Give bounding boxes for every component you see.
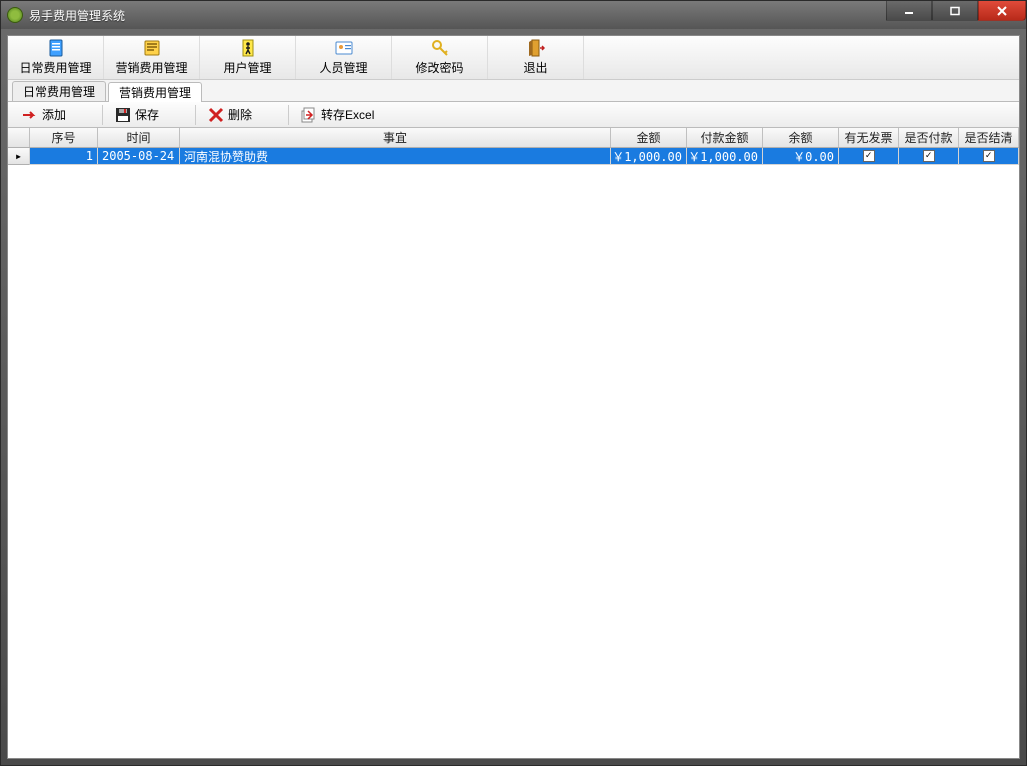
toolbar-daily-expense[interactable]: 日常费用管理 — [8, 36, 104, 79]
delete-button[interactable]: 删除 — [202, 104, 258, 125]
exit-door-icon — [527, 39, 545, 57]
checkbox-icon[interactable] — [923, 150, 935, 162]
separator — [288, 105, 289, 125]
checkbox-icon[interactable] — [863, 150, 875, 162]
close-button[interactable] — [978, 1, 1026, 21]
tabs: 日常费用管理 营销费用管理 — [8, 80, 1019, 102]
col-paid[interactable]: 付款金额 — [687, 128, 763, 147]
separator — [195, 105, 196, 125]
add-button[interactable]: 添加 — [16, 104, 72, 125]
app-window: 易手费用管理系统 日常费用管理 — [0, 0, 1027, 766]
maximize-button[interactable] — [932, 1, 978, 21]
col-time[interactable]: 时间 — [98, 128, 180, 147]
cell-invoice[interactable] — [839, 148, 899, 165]
export-excel-button[interactable]: 转存Excel — [295, 104, 380, 125]
grid-header: 序号 时间 事宜 金额 付款金额 余额 有无发票 是否付款 是否结清 — [8, 128, 1019, 148]
cell-seq[interactable]: 1 — [30, 148, 98, 165]
tab-marketing-expense[interactable]: 营销费用管理 — [108, 82, 202, 102]
key-icon — [431, 39, 449, 57]
col-matter[interactable]: 事宜 — [180, 128, 611, 147]
floppy-icon — [115, 107, 131, 123]
col-ispaid[interactable]: 是否付款 — [899, 128, 959, 147]
toolbar-staff-mgmt[interactable]: 人员管理 — [296, 36, 392, 79]
toolbar-marketing-expense[interactable]: 营销费用管理 — [104, 36, 200, 79]
row-indicator-header — [8, 128, 30, 147]
document-icon — [47, 39, 65, 57]
table-row[interactable]: ▸ 1 2005-08-24 河南混协赞助费 ￥1,000.00 ￥1,000.… — [8, 148, 1019, 165]
row-pointer-icon: ▸ — [8, 148, 30, 165]
toolbar-user-mgmt[interactable]: 用户管理 — [200, 36, 296, 79]
client-area: 日常费用管理 营销费用管理 用户管理 人员管理 — [7, 35, 1020, 759]
export-icon — [301, 107, 317, 123]
sub-toolbar: 添加 保存 删除 转存Excel — [8, 102, 1019, 128]
window-controls — [886, 1, 1026, 21]
tab-daily-expense[interactable]: 日常费用管理 — [12, 81, 106, 101]
cell-settled[interactable] — [959, 148, 1019, 165]
col-amount[interactable]: 金额 — [611, 128, 687, 147]
cell-amount[interactable]: ￥1,000.00 — [611, 148, 687, 165]
cell-ispaid[interactable] — [899, 148, 959, 165]
col-settled[interactable]: 是否结清 — [959, 128, 1019, 147]
main-toolbar: 日常费用管理 营销费用管理 用户管理 人员管理 — [8, 36, 1019, 80]
col-seq[interactable]: 序号 — [30, 128, 98, 147]
app-icon — [7, 7, 23, 23]
id-card-icon — [335, 39, 353, 57]
save-button[interactable]: 保存 — [109, 104, 165, 125]
col-invoice[interactable]: 有无发票 — [839, 128, 899, 147]
cell-paid[interactable]: ￥1,000.00 — [687, 148, 763, 165]
separator — [102, 105, 103, 125]
cell-time[interactable]: 2005-08-24 — [98, 148, 180, 165]
delete-x-icon — [208, 107, 224, 123]
add-arrow-icon — [22, 107, 38, 123]
toolbar-change-password[interactable]: 修改密码 — [392, 36, 488, 79]
notes-icon — [143, 39, 161, 57]
toolbar-exit[interactable]: 退出 — [488, 36, 584, 79]
person-walk-icon — [239, 39, 257, 57]
cell-balance[interactable]: ￥0.00 — [763, 148, 839, 165]
window-title: 易手费用管理系统 — [29, 7, 1020, 24]
minimize-button[interactable] — [886, 1, 932, 21]
checkbox-icon[interactable] — [983, 150, 995, 162]
titlebar[interactable]: 易手费用管理系统 — [1, 1, 1026, 29]
grid-body[interactable]: ▸ 1 2005-08-24 河南混协赞助费 ￥1,000.00 ￥1,000.… — [8, 148, 1019, 758]
cell-matter[interactable]: 河南混协赞助费 — [180, 148, 611, 165]
col-balance[interactable]: 余额 — [763, 128, 839, 147]
